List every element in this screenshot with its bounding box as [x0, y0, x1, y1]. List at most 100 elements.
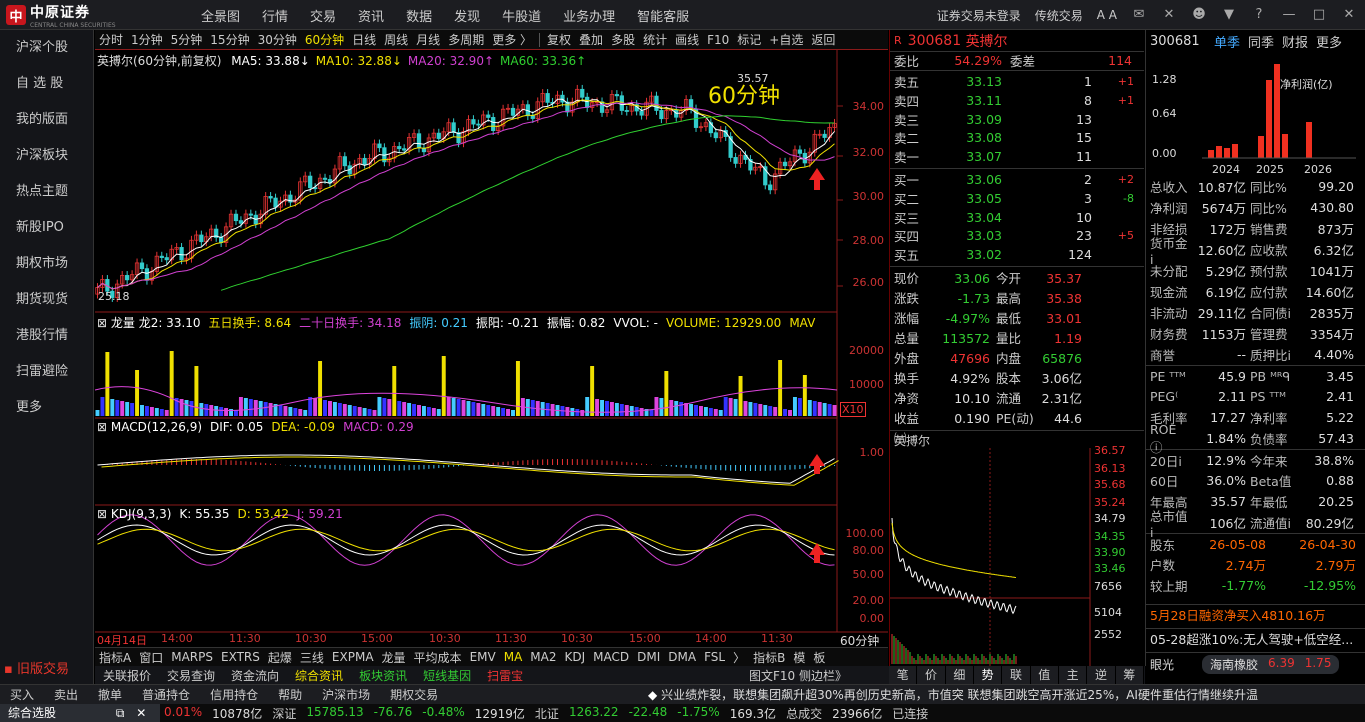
period-tab[interactable]: 5分钟	[167, 31, 207, 48]
indicator-tab[interactable]: EMV	[466, 650, 500, 664]
status-close-icon[interactable]: ✕	[132, 706, 150, 720]
tool-button[interactable]: 统计	[639, 31, 671, 48]
detail-tab[interactable]: 筹	[1115, 666, 1144, 684]
period-tab[interactable]: 多周期	[444, 31, 488, 48]
indicator-tab[interactable]: 平均成本	[410, 649, 466, 666]
indicator-tab[interactable]: DMA	[664, 650, 700, 664]
trade-button[interactable]: 信用持仓	[200, 686, 268, 703]
screener-tab[interactable]: 综合选股 ⧉ ✕	[0, 704, 160, 722]
quote-row[interactable]: 买三 33.04 10	[890, 208, 1144, 227]
help-icon[interactable]: ?	[1251, 7, 1267, 23]
sidebar-item[interactable]: 扫雷避险	[0, 354, 93, 390]
trade-button[interactable]: 期权交易	[380, 686, 448, 703]
finance-tab[interactable]: 更多	[1316, 32, 1342, 51]
maximize-icon[interactable]: □	[1311, 7, 1327, 23]
indicator-tab[interactable]: MARPS	[167, 650, 217, 664]
detail-tab[interactable]: 笔	[889, 666, 918, 684]
indicator-tab[interactable]: 指标A	[95, 649, 135, 666]
nav-item[interactable]: 智能客服	[626, 6, 700, 25]
tool-button[interactable]: 多股	[607, 31, 639, 48]
period-tab[interactable]: 月线	[412, 31, 444, 48]
sidebar-item[interactable]: 更多	[0, 390, 93, 426]
tool-button[interactable]: 画线	[671, 31, 703, 48]
indicator-tab[interactable]: EXTRS	[217, 650, 264, 664]
sidebar-item[interactable]: 沪深个股	[0, 30, 93, 66]
indicator-tab[interactable]: 板	[809, 649, 829, 666]
skin-icon[interactable]: ▼	[1221, 7, 1237, 23]
nav-item[interactable]: 牛股道	[491, 6, 552, 25]
indicator-tab[interactable]: KDJ	[560, 650, 589, 664]
volume-scale-badge[interactable]: X10	[840, 402, 866, 417]
finance-tab[interactable]: 同季	[1248, 32, 1274, 51]
margin-news[interactable]: 5月28日融资净买入4810.16万	[1146, 604, 1365, 626]
quote-row[interactable]: 卖五 33.13 1 +1	[890, 73, 1144, 92]
period-tab[interactable]: 1分钟	[127, 31, 167, 48]
tool-button[interactable]: 复权	[543, 31, 575, 48]
limit-up-news[interactable]: 05-28超涨10%:无人驾驶+低空经...	[1146, 628, 1365, 650]
quote-row[interactable]: 买一 33.06 2 +2	[890, 171, 1144, 190]
indicator-tab[interactable]: MA2	[526, 650, 560, 664]
kline-chart-svg[interactable]	[95, 50, 888, 647]
indicator-tab[interactable]: FSL	[700, 650, 729, 664]
trade-button[interactable]: 卖出	[44, 686, 88, 703]
nav-item[interactable]: 交易	[299, 6, 347, 25]
period-tab[interactable]: 日线	[348, 31, 380, 48]
bottom-link[interactable]: 综合资讯	[287, 667, 351, 684]
sidebar-item[interactable]: 沪深板块	[0, 138, 93, 174]
quote-row[interactable]: 卖一 33.07 11	[890, 147, 1144, 166]
nav-item[interactable]: 资讯	[347, 6, 395, 25]
quote-row[interactable]: 卖四 33.11 8 +1	[890, 91, 1144, 110]
tools-icon[interactable]: ✕	[1161, 7, 1177, 23]
detail-tab[interactable]: 势	[973, 666, 1003, 684]
tool-button[interactable]: 标记	[733, 31, 765, 48]
font-size-button[interactable]: A A	[1097, 8, 1117, 22]
close-icon[interactable]: ✕	[1341, 7, 1357, 23]
indicator-tab[interactable]: 模	[789, 649, 809, 666]
indicator-tab[interactable]: 三线	[296, 649, 328, 666]
sidebar-item[interactable]: 自 选 股	[0, 66, 93, 102]
indicator-tab[interactable]: DMI	[633, 650, 664, 664]
bottom-link[interactable]: 板块资讯	[351, 667, 415, 684]
indicator-tab[interactable]: MA	[500, 650, 527, 664]
login-status-link[interactable]: 证券交易未登录	[937, 7, 1021, 24]
detail-tab[interactable]: 细	[945, 666, 974, 684]
trade-button[interactable]: 买入	[0, 686, 44, 703]
user-icon[interactable]: ☻	[1191, 7, 1207, 23]
period-tab[interactable]: 周线	[380, 31, 412, 48]
period-tab[interactable]: 分时	[95, 31, 127, 48]
bottom-link[interactable]: 资金流向	[223, 667, 287, 684]
period-tab[interactable]: 更多 〉	[488, 31, 536, 48]
quote-row[interactable]: 卖二 33.08 15	[890, 128, 1144, 147]
detail-tab[interactable]: 联	[1002, 666, 1031, 684]
period-tab[interactable]: 15分钟	[206, 31, 253, 48]
trade-button[interactable]: 沪深市场	[312, 686, 380, 703]
period-tab[interactable]: 30分钟	[254, 31, 301, 48]
indicator-tab[interactable]: 龙量	[378, 649, 410, 666]
popout-icon[interactable]: ⧉	[112, 706, 129, 720]
indicator-tab[interactable]: 指标B	[749, 649, 789, 666]
news-ticker[interactable]: ◆ 兴业绩炸裂，联想集团飙升超30%再创历史新高，市值突 联想集团跳空高开涨近2…	[648, 686, 1365, 703]
sidebar-item[interactable]: 新股IPO	[0, 210, 93, 246]
period-tab[interactable]: 60分钟	[301, 31, 348, 48]
trade-button[interactable]: 撤单	[88, 686, 132, 703]
nav-item[interactable]: 发现	[443, 6, 491, 25]
trade-button[interactable]: 帮助	[268, 686, 312, 703]
ticker-popup[interactable]: 海南橡胶 6.39 1.75	[1202, 655, 1340, 674]
sidebar-item[interactable]: 热点主题	[0, 174, 93, 210]
trade-mode-button[interactable]: 传统交易	[1035, 7, 1083, 24]
nav-item[interactable]: 行情	[251, 6, 299, 25]
trade-button[interactable]: 普通持仓	[132, 686, 200, 703]
finance-tab[interactable]: 单季	[1214, 32, 1240, 51]
indicator-tab[interactable]: 起爆	[264, 649, 296, 666]
quote-row[interactable]: 买五 33.02 124	[890, 245, 1144, 264]
quote-row[interactable]: 买四 33.03 23 +5	[890, 226, 1144, 245]
finance-tab[interactable]: 财报	[1282, 32, 1308, 51]
sidebar-item[interactable]: 港股行情	[0, 318, 93, 354]
tool-button[interactable]: F10	[703, 33, 733, 47]
indicator-tab[interactable]: MACD	[589, 650, 633, 664]
sidebar-toggle-link[interactable]: 图文F10 侧边栏》	[741, 667, 855, 684]
tool-button[interactable]: 返回	[807, 31, 839, 48]
detail-tab[interactable]: 逆	[1087, 666, 1116, 684]
message-icon[interactable]: ✉	[1131, 7, 1147, 23]
nav-item[interactable]: 数据	[395, 6, 443, 25]
